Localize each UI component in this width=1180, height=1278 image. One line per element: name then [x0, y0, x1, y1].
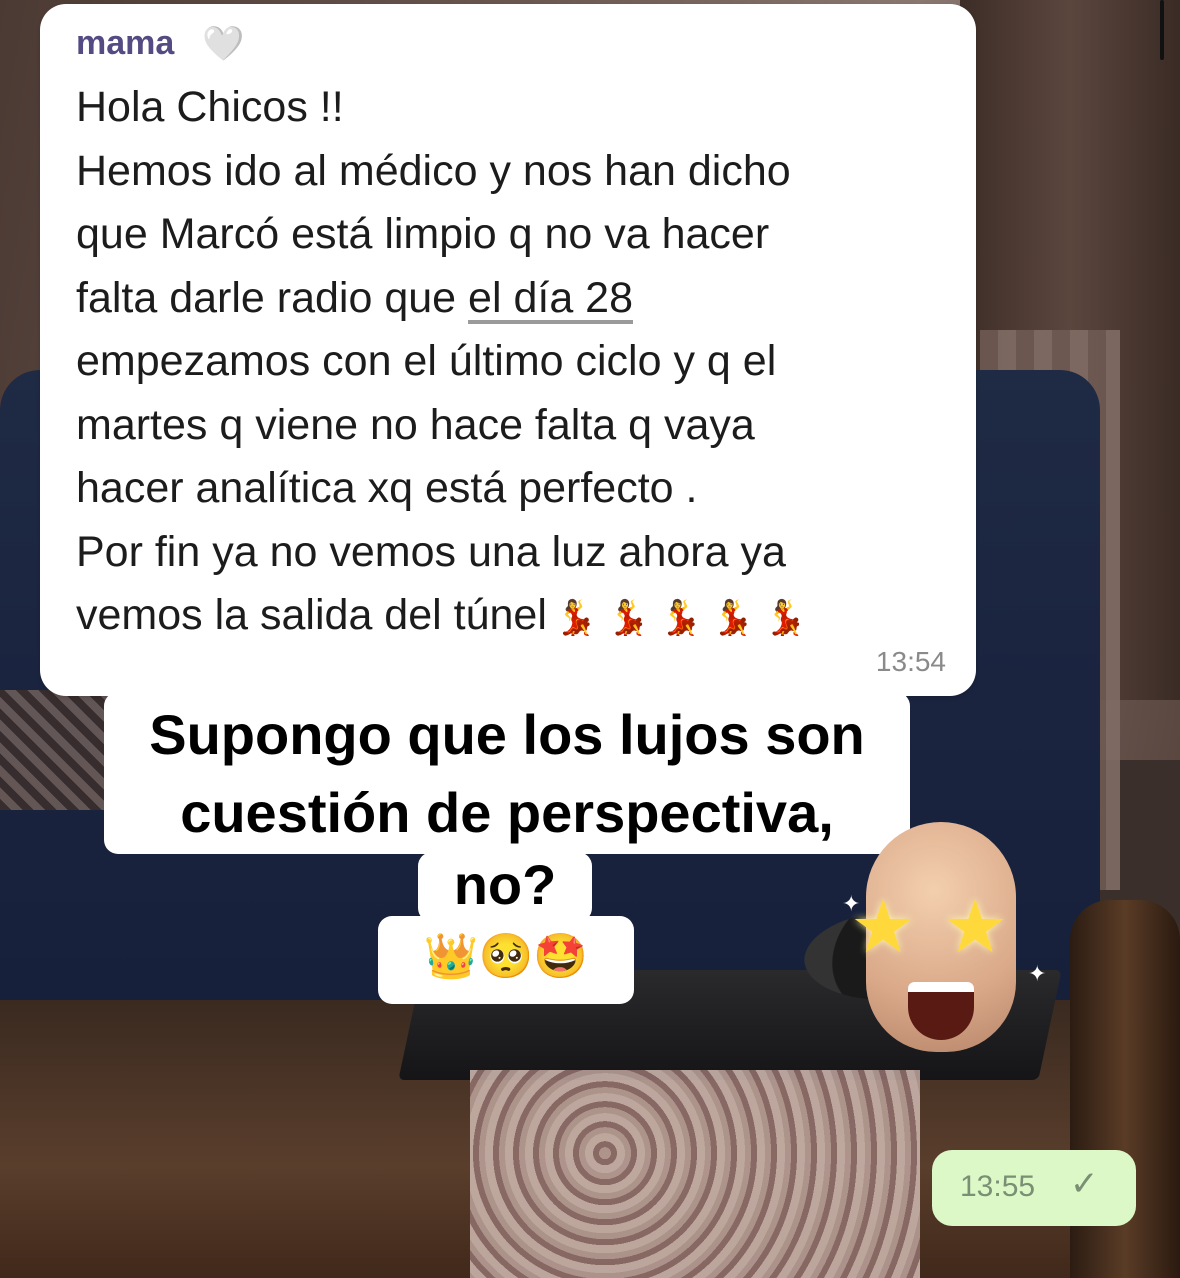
- background-floral-box: [470, 1070, 920, 1278]
- message-line-part: falta darle radio que: [76, 273, 469, 322]
- message-line: Hemos ido al médico y nos han dicho: [76, 146, 791, 195]
- incoming-message-bubble[interactable]: mama 🤍 Hola Chicos !! Hemos ido al médic…: [40, 4, 976, 696]
- check-icon: ✓: [1070, 1164, 1099, 1204]
- memoji-sticker: ★ ★ ✦ ✦: [842, 822, 1046, 1062]
- caption-emojis-icon: 👑🥺🤩: [423, 931, 589, 982]
- caption-line-2: cuestión de perspectiva,: [180, 781, 834, 844]
- background-edge: [1160, 0, 1164, 60]
- message-line: vemos la salida del túnel 💃💃💃💃💃: [76, 584, 956, 651]
- message-line: Hola Chicos !!: [76, 83, 344, 131]
- message-line: empezamos con el último ciclo y q el: [76, 337, 777, 385]
- caption-box-2: no?: [418, 852, 592, 922]
- message-line: martes q viene no hace falta q vaya: [76, 400, 755, 449]
- outgoing-timestamp: 13:55: [960, 1170, 1036, 1203]
- date-link[interactable]: el día 28: [468, 274, 633, 322]
- sender-name[interactable]: mama: [76, 24, 174, 63]
- sparkle-icon: ✦: [842, 892, 861, 917]
- outgoing-message-bubble[interactable]: 13:55 ✓: [932, 1150, 1136, 1226]
- message-line: hacer analítica xq está perfecto .: [76, 464, 698, 512]
- caption-line-1: Supongo que los lujos son: [149, 703, 865, 766]
- caption-box: Supongo que los lujos son cuestión de pe…: [104, 692, 910, 854]
- heart-icon: 🤍: [202, 24, 245, 64]
- background-pillow: [0, 690, 110, 810]
- message-timestamp: 13:54: [875, 646, 946, 677]
- message-line: Por fin ya no vemos una luz ahora ya: [76, 527, 786, 576]
- dancer-emoji-icons: 💃💃💃💃💃: [554, 598, 817, 638]
- message-line-part: vemos la salida del túnel: [76, 591, 547, 639]
- message-text: Hola Chicos !! Hemos ido al médico y nos…: [76, 76, 956, 651]
- star-eye-icon: ★: [942, 884, 1009, 970]
- sparkle-icon: ✦: [1028, 962, 1047, 987]
- caption-emoji-box: 👑🥺🤩: [378, 916, 634, 1004]
- message-line: falta darle radio que el día 28: [76, 267, 956, 331]
- message-line: que Marcó está limpio q no va hacer: [76, 210, 770, 258]
- caption-line-3: no?: [453, 853, 557, 916]
